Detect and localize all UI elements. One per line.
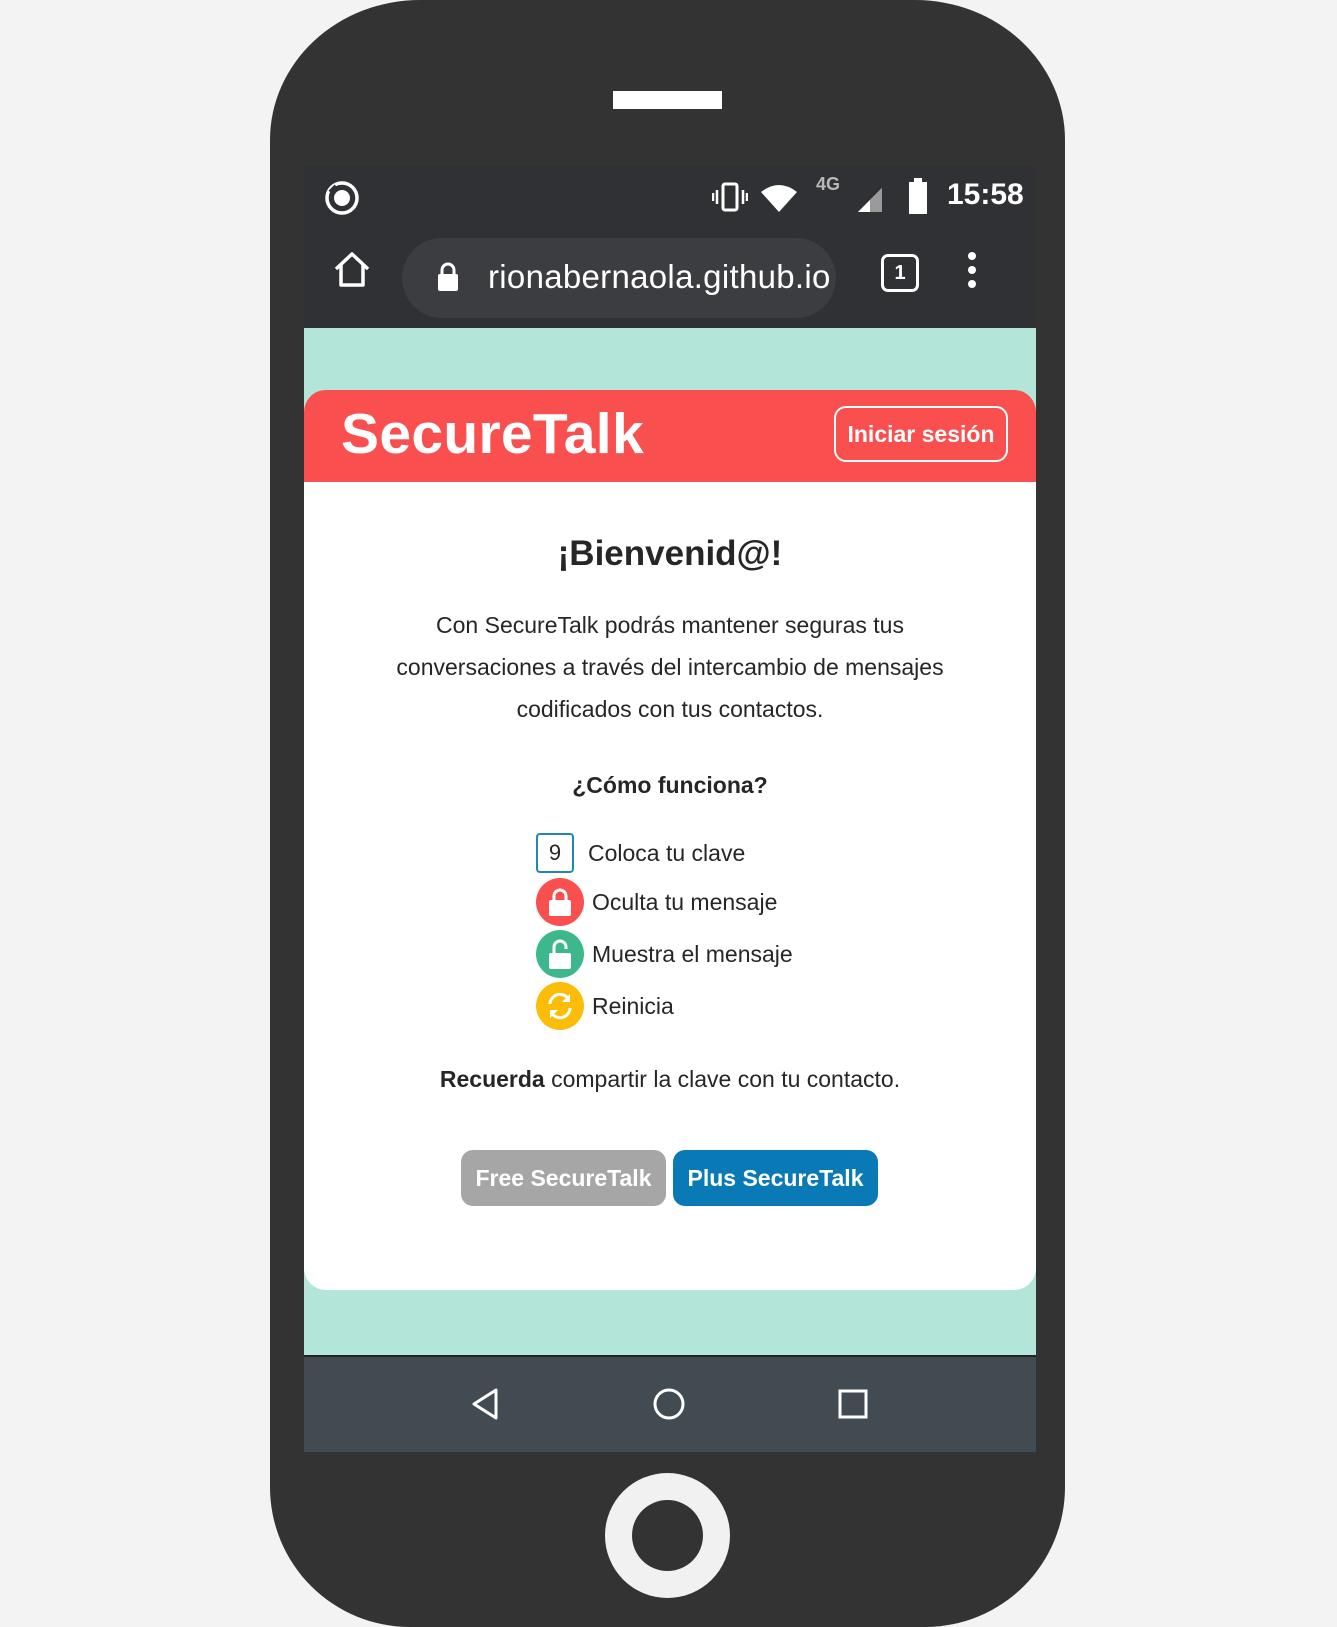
plus-securetalk-button[interactable]: Plus SecureTalk [673,1150,878,1206]
step-label: Oculta tu mensaje [592,888,778,915]
welcome-heading: ¡Bienvenid@! [557,534,783,573]
back-icon[interactable] [470,1387,500,1421]
free-securetalk-button[interactable]: Free SecureTalk [461,1150,666,1206]
url-text: rionabernaola.github.io [488,258,831,295]
step-key: 9 Coloca tu clave [536,828,745,878]
browser-toolbar: rionabernaola.github.io 1 [304,228,1036,328]
brand-title: SecureTalk [341,402,644,466]
intro-paragraph: Con SecureTalk podrás mantener seguras t… [396,612,944,722]
address-bar[interactable]: rionabernaola.github.io [402,238,836,318]
status-bar: 4G 15:58 [304,166,1036,228]
phone-screen: 4G 15:58 rionabernaola.github.io 1 Secur… [304,166,1036,1452]
home-circle-icon[interactable] [652,1387,686,1421]
step-label: Reinicia [592,992,674,1019]
home-icon[interactable] [332,249,372,289]
step-show: Muestra el mensaje [536,929,793,979]
how-it-works-heading: ¿Cómo funciona? [572,772,768,798]
vibrate-icon [712,182,748,212]
key-number-icon: 9 [536,833,574,873]
app-header: SecureTalk Iniciar sesión [304,390,1036,482]
remember-bold: Recuerda [439,1066,545,1092]
refresh-icon [536,982,584,1030]
welcome-card: ¡Bienvenid@! Con SecureTalk podrás mante… [304,482,1036,1290]
step-label: Muestra el mensaje [592,940,793,967]
android-nav-bar [304,1357,1036,1452]
login-button[interactable]: Iniciar sesión [834,406,1008,462]
phone-home-button[interactable] [605,1473,730,1598]
lock-icon [438,262,458,291]
signal-icon [858,188,882,212]
status-clock: 15:58 [947,178,1024,211]
menu-icon[interactable] [965,250,979,290]
remember-note: Recuerda compartir la clave con tu conta… [304,1066,1036,1093]
network-type: 4G [816,174,841,194]
step-label: Coloca tu clave [588,839,746,866]
recents-icon[interactable] [838,1389,868,1419]
wifi-icon [761,185,797,212]
step-reset: Reinicia [536,981,674,1031]
tabs-icon[interactable]: 1 [881,254,919,292]
lock-open-icon [536,930,584,978]
remember-text: compartir la clave con tu contacto. [544,1066,901,1092]
sync-icon [325,181,359,215]
lock-closed-icon [536,878,584,926]
step-hide: Oculta tu mensaje [536,877,777,927]
phone-speaker [613,91,722,109]
battery-icon [909,178,927,214]
